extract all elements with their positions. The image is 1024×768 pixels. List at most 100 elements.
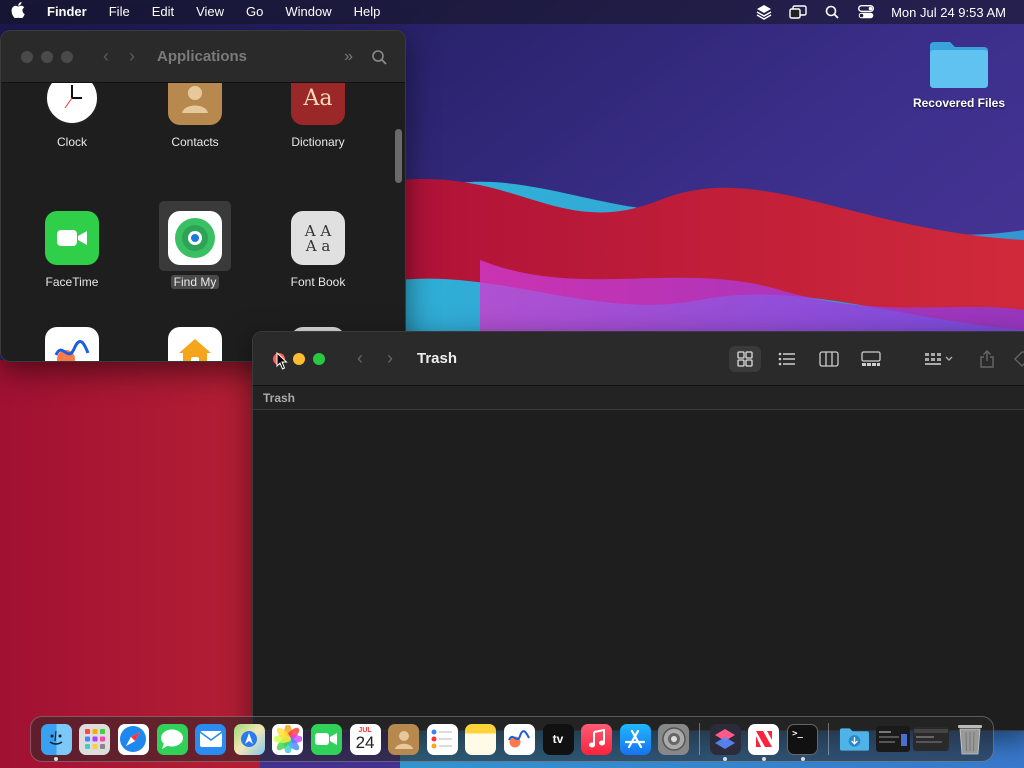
app-find-my[interactable]: Find My [140,201,250,289]
dock-finder[interactable] [37,716,76,762]
dock-trash[interactable] [951,716,990,762]
app-clock[interactable]: Clock [17,83,127,149]
app-home[interactable] [140,327,250,361]
dock-system-settings[interactable] [655,716,694,762]
dock-facetime[interactable] [307,716,346,762]
news-icon [748,723,780,755]
maps-icon [233,723,265,755]
dictionary-icon: Aa [291,83,345,125]
find-my-icon [168,211,222,265]
menu-help[interactable]: Help [343,0,392,24]
path-bar: Trash [253,386,1024,410]
apple-tv-icon: tv [542,723,574,755]
reminders-icon [426,723,458,755]
menu-window[interactable]: Window [274,0,342,24]
app-label: Font Book [290,275,346,289]
app-dictionary[interactable]: Aa Dictionary [263,83,373,149]
column-view-button[interactable] [813,346,845,372]
control-center-icon[interactable] [849,0,883,24]
spotlight-icon[interactable] [815,0,849,24]
dock-terminal[interactable]: >_ [783,716,822,762]
icon-view-button[interactable] [729,345,761,372]
contacts-icon [168,83,222,125]
dock-maps[interactable] [230,716,269,762]
group-by-button[interactable] [917,346,961,372]
running-indicator [761,757,766,761]
app-label: Find My [170,275,220,289]
apple-menu-icon[interactable] [0,2,36,22]
dock-apple-tv[interactable]: tv [539,716,578,762]
app-facetime[interactable]: FaceTime [17,211,127,289]
dock-launchpad[interactable] [76,716,115,762]
app-label: Clock [56,135,87,149]
dock-window-thumbnail[interactable] [912,716,951,762]
running-indicator [723,757,728,761]
tag-icon [1014,350,1024,367]
screen-mirroring-icon[interactable] [781,0,815,24]
forward-chevron-icon[interactable]: › [387,348,393,369]
zoom-button[interactable] [61,50,73,63]
dock-contacts[interactable] [384,716,423,762]
menu-go[interactable]: Go [235,0,274,24]
trash-content-area[interactable] [253,411,1024,730]
app-label: Contacts [171,135,219,149]
share-button[interactable] [971,346,1003,372]
menu-view[interactable]: View [185,0,235,24]
window-title: Applications [157,48,248,65]
app-freeform[interactable] [17,327,127,361]
dock-window-thumbnail[interactable] [873,716,912,762]
freeform-icon [503,723,535,755]
toolbar-overflow-icon[interactable]: » [344,48,353,66]
window-title: Trash [417,350,458,367]
launchpad-icon [79,723,111,755]
dock-app-store[interactable] [616,716,655,762]
dock-news[interactable] [745,716,784,762]
downloads-folder-icon [839,724,870,755]
trash-icon [954,724,985,755]
menu-bar-clock[interactable]: Mon Jul 24 9:53 AM [883,5,1006,20]
dock-separator [699,723,701,755]
dock-photos[interactable] [269,716,308,762]
vertical-scrollbar[interactable] [395,129,402,183]
list-view-button[interactable] [771,346,803,372]
dock-calendar[interactable]: JUL 24 [346,716,385,762]
home-icon [168,327,222,361]
dock-messages[interactable] [153,716,192,762]
gallery-view-button[interactable] [855,346,887,372]
photos-icon [272,723,304,755]
columns-icon [819,350,839,367]
running-indicator [54,757,59,761]
list-icon [778,352,795,365]
zoom-button[interactable] [313,352,325,365]
dock-music[interactable] [577,716,616,762]
menu-file[interactable]: File [98,0,141,24]
minimize-button[interactable] [41,50,53,63]
minimize-button[interactable] [293,352,305,365]
dock-mail[interactable] [191,716,230,762]
finder-icon [40,723,72,755]
menu-edit[interactable]: Edit [141,0,185,24]
back-chevron-icon[interactable]: ‹ [103,46,109,67]
dock-downloads-stack[interactable] [835,716,874,762]
applications-window: ‹ › Applications » Clock Contacts Aa Dic… [0,30,406,362]
close-button[interactable] [21,50,33,63]
dock-shortcuts[interactable] [706,716,745,762]
search-icon[interactable] [371,49,387,65]
desktop-folder-recovered-files[interactable]: Recovered Files [904,38,1014,110]
app-font-book[interactable]: A AA a Font Book [263,211,373,289]
dock-notes[interactable] [462,716,501,762]
dock-safari[interactable] [114,716,153,762]
app-contacts[interactable]: Contacts [140,83,250,149]
forward-chevron-icon[interactable]: › [129,46,135,67]
menu-app-name[interactable]: Finder [36,0,98,24]
notes-icon [465,723,497,755]
contacts-icon [388,723,420,755]
messages-icon [156,723,188,755]
tag-button[interactable] [1013,346,1024,372]
back-chevron-icon[interactable]: ‹ [357,348,363,369]
stack-icon[interactable] [747,0,781,24]
freeform-icon [45,327,99,361]
dock-reminders[interactable] [423,716,462,762]
dock-freeform[interactable] [500,716,539,762]
apple-tv-label: tv [552,732,564,746]
